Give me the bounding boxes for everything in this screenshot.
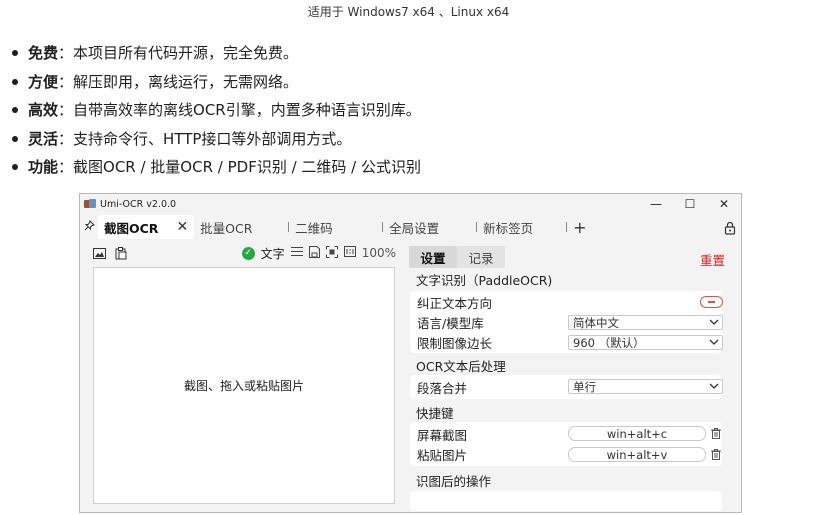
view-controls: ✓ 文字 100% <box>241 241 398 265</box>
left-toolbar: ✓ 文字 100% <box>86 241 398 265</box>
settings-panel: 设置 记录 重置 文字识别（PaddleOCR) 纠正文本方向 语言/模型库 简… <box>407 241 737 511</box>
correct-direction-row: 纠正文本方向 <box>417 295 493 311</box>
feature-item: 灵活：支持命令行、HTTP接口等外部调用方式。 <box>10 128 421 157</box>
feature-item: 方便：解压即用，离线运行，无需网络。 <box>10 71 421 100</box>
paste-hotkey-input[interactable]: win+alt+v <box>568 447 706 462</box>
fit-screen-icon[interactable] <box>325 245 338 261</box>
save-icon[interactable] <box>308 245 320 261</box>
app-window: Umi-OCR v2.0.0 — ☐ ✕ 截图OCR ✕ 批量OCR 二维码 全… <box>79 193 742 513</box>
tab-records[interactable]: 记录 <box>457 246 505 268</box>
tab-new-tab[interactable]: 新标签页 <box>470 215 558 239</box>
limit-side-select[interactable]: 960 （默认） <box>568 335 723 350</box>
chevron-down-icon <box>709 316 719 331</box>
platform-subtitle: 适用于 Windows7 x64 、Linux x64 <box>307 5 510 19</box>
screenshot-icon[interactable] <box>90 244 108 262</box>
feature-item: 功能：截图OCR / 批量OCR / PDF识别 / 二维码 / 公式识别 <box>10 156 421 185</box>
tab-screenshot-ocr[interactable]: 截图OCR ✕ <box>98 215 195 239</box>
lock-icon[interactable] <box>723 220 737 235</box>
tab-settings[interactable]: 设置 <box>409 246 457 268</box>
after-settings-card <box>410 491 722 511</box>
window-title: Umi-OCR v2.0.0 <box>100 198 177 210</box>
window-controls: — ☐ ✕ <box>639 194 741 214</box>
tab-batch-ocr[interactable]: 批量OCR <box>194 215 282 239</box>
section-ocr-title: 文字识别（PaddleOCR) <box>416 273 553 288</box>
close-window-button[interactable]: ✕ <box>707 194 741 214</box>
zoom-level: 100% <box>361 246 396 260</box>
reset-button[interactable]: 重置 <box>700 250 725 269</box>
section-post-title: OCR文本后处理 <box>416 359 506 374</box>
image-drop-area[interactable]: 截图、拖入或粘贴图片 <box>93 267 395 504</box>
chevron-down-icon <box>709 336 719 351</box>
title-bar[interactable]: Umi-OCR v2.0.0 — ☐ ✕ <box>80 194 741 214</box>
ocr-settings-card: 纠正文本方向 语言/模型库 简体中文 限制图像边长 960 （默认） <box>410 291 723 353</box>
trash-icon[interactable] <box>710 427 722 439</box>
section-hotkey-title: 快捷键 <box>416 406 454 421</box>
minimize-button[interactable]: — <box>639 194 673 214</box>
tab-global-settings[interactable]: 全局设置 <box>376 215 470 239</box>
pin-icon[interactable] <box>80 220 98 234</box>
close-tab-icon[interactable]: ✕ <box>176 219 188 235</box>
section-after-title: 识图后的操作 <box>416 474 492 489</box>
trash-icon[interactable] <box>710 448 722 460</box>
drop-hint: 截图、拖入或粘贴图片 <box>183 379 304 393</box>
settings-tabs: 设置 记录 <box>409 246 505 268</box>
feature-item: 高效：自带高效率的离线OCR引擎，内置多种语言识别库。 <box>10 99 421 128</box>
app-logo-icon <box>84 198 96 210</box>
screenshot-panel: ✓ 文字 100% 截图、拖入或粘贴图片 <box>86 241 398 509</box>
list-icon[interactable] <box>290 246 303 260</box>
check-icon[interactable]: ✓ <box>241 246 255 260</box>
paste-icon[interactable] <box>112 244 130 262</box>
post-settings-card: 段落合并 单行 <box>410 375 723 399</box>
feature-list: 免费：本项目所有代码开源，完全免费。 方便：解压即用，离线运行，无需网络。 高效… <box>10 42 421 185</box>
tab-qrcode[interactable]: 二维码 <box>282 215 376 239</box>
paragraph-merge-select[interactable]: 单行 <box>568 379 723 394</box>
chevron-down-icon <box>709 380 719 395</box>
tab-bar: 截图OCR ✕ 批量OCR 二维码 全局设置 新标签页 + <box>80 215 741 239</box>
feature-item: 免费：本项目所有代码开源，完全免费。 <box>10 42 421 71</box>
screenshot-hotkey-input[interactable]: win+alt+c <box>568 426 706 441</box>
ocr-text-toggle[interactable]: 文字 <box>261 245 285 262</box>
add-tab-button[interactable]: + <box>560 215 592 239</box>
actual-size-icon[interactable] <box>343 246 356 260</box>
maximize-button[interactable]: ☐ <box>673 194 707 214</box>
lang-model-select[interactable]: 简体中文 <box>568 315 723 330</box>
correct-direction-switch[interactable] <box>700 296 723 308</box>
hotkey-settings-card: 屏幕截图 win+alt+c 粘贴图片 win+alt+v <box>410 422 722 466</box>
